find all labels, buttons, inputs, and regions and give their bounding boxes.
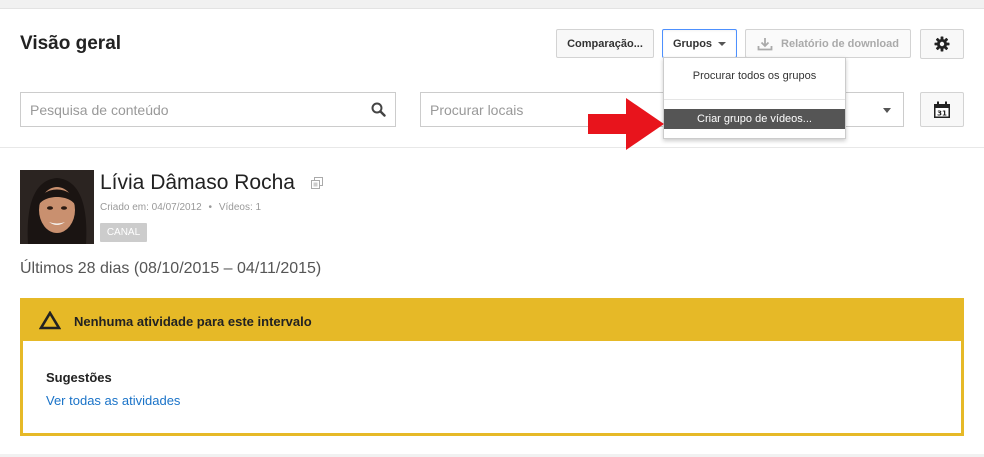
search-icon[interactable] (371, 102, 386, 117)
groups-dropdown-menu: Procurar todos os grupos Criar grupo de … (663, 57, 846, 139)
menu-item-create-video-group[interactable]: Criar grupo de vídeos... (664, 109, 845, 129)
alert-header: Nenhuma atividade para este intervalo (23, 301, 961, 341)
compare-button[interactable]: Comparação... (556, 29, 654, 58)
channel-badge: CANAL (100, 223, 147, 242)
suggestions-heading: Sugestões (46, 370, 112, 385)
download-report-label: Relatório de download (781, 37, 899, 50)
page-title: Visão geral (20, 33, 122, 54)
download-report-button[interactable]: Relatório de download (745, 29, 911, 58)
menu-divider (664, 99, 845, 100)
calendar-day: 31 (937, 109, 947, 117)
profile-photo (20, 170, 94, 244)
avatar[interactable] (20, 170, 94, 244)
channel-name[interactable]: Lívia Dâmaso Rocha (100, 171, 295, 195)
no-activity-alert: Nenhuma atividade para este intervalo Su… (20, 298, 964, 436)
download-icon (757, 37, 773, 50)
channel-meta: Criado em: 04/07/2012 • Vídeos: 1 (100, 202, 261, 213)
groups-button[interactable]: Grupos (662, 29, 737, 58)
groups-button-label: Grupos (672, 37, 713, 50)
date-range-button[interactable]: 31 (920, 92, 964, 127)
external-link-icon[interactable] (311, 177, 323, 189)
settings-button[interactable] (920, 29, 964, 59)
calendar-icon: 31 (934, 101, 950, 118)
menu-item-browse-groups[interactable]: Procurar todos os grupos (664, 70, 845, 82)
content-search-placeholder: Pesquisa de conteúdo (30, 101, 169, 118)
view-all-activities-link[interactable]: Ver todas as atividades (46, 393, 180, 408)
alert-title: Nenhuma atividade para este intervalo (74, 314, 312, 329)
chevron-down-icon (883, 108, 891, 113)
meta-separator: • (208, 202, 213, 213)
gear-icon (934, 36, 950, 52)
red-arrow-icon (588, 98, 664, 150)
date-range-label: Últimos 28 dias (08/10/2015 – 04/11/2015… (20, 260, 322, 277)
compare-button-label: Comparação... (567, 37, 643, 50)
warning-icon (39, 311, 61, 330)
content-search-input[interactable]: Pesquisa de conteúdo (20, 92, 396, 127)
caret-down-icon (718, 41, 727, 46)
video-count: Vídeos: 1 (218, 202, 262, 213)
created-date: Criado em: 04/07/2012 (100, 202, 202, 213)
analytics-page: Visão geral Comparação... Grupos Relatór… (0, 8, 984, 454)
places-search-placeholder: Procurar locais (430, 101, 524, 118)
